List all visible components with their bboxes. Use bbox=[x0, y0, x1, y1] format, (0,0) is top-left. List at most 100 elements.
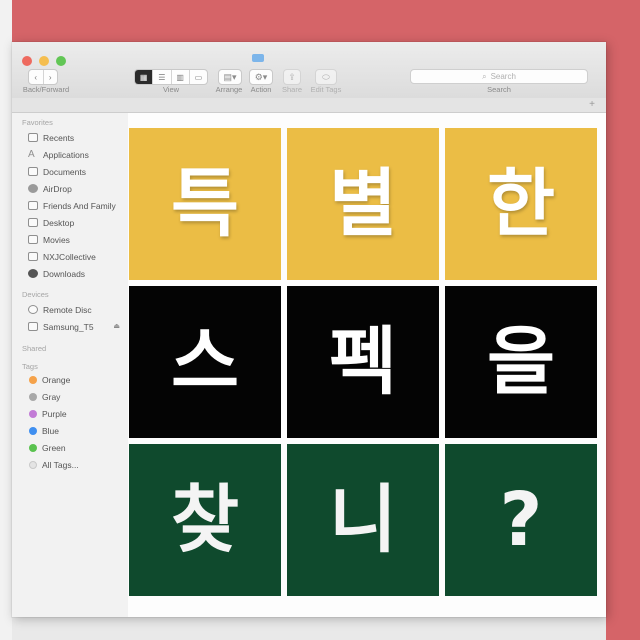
shared-heading: Shared bbox=[22, 344, 47, 353]
orange-tag-icon bbox=[29, 375, 37, 384]
sidebar-item-label: Documents bbox=[43, 166, 86, 177]
tile-char: 을 bbox=[445, 286, 597, 438]
sidebar-item-label: Samsung_T5 bbox=[43, 321, 94, 332]
zoom-button[interactable] bbox=[56, 56, 66, 66]
share-icon: ⇪ bbox=[288, 71, 296, 82]
toolbar: ‹ › Back/Forward ▦ ☰ ▥ ▭ View ▤▾ Arrange… bbox=[12, 42, 606, 99]
search-icon: ⌕ bbox=[482, 71, 487, 81]
folder-proxy-icon[interactable] bbox=[252, 54, 264, 62]
sidebar-item-label: Purple bbox=[42, 408, 67, 419]
action-button[interactable]: ⚙▾ bbox=[249, 69, 273, 85]
sidebar-item-label: Green bbox=[42, 442, 66, 453]
sidebar-item-tag-orange[interactable]: Orange bbox=[28, 372, 70, 387]
documents-icon bbox=[28, 167, 38, 176]
blue-tag-icon bbox=[29, 426, 37, 435]
sidebar-item-movies[interactable]: Movies bbox=[28, 232, 70, 247]
sidebar-item-label: Movies bbox=[43, 234, 70, 245]
sidebar-item-recents[interactable]: Recents bbox=[28, 130, 74, 145]
chevron-right-icon[interactable]: › bbox=[44, 70, 58, 84]
view-label: View bbox=[162, 85, 180, 94]
gallery-view-icon[interactable]: ▭ bbox=[190, 70, 207, 84]
sidebar-item-label: Recents bbox=[43, 132, 75, 143]
tile-char: 찾 bbox=[129, 444, 281, 596]
sidebar-item-tag-gray[interactable]: Gray bbox=[28, 389, 60, 404]
movies-icon bbox=[28, 235, 38, 244]
devices-heading: Devices bbox=[22, 290, 49, 299]
tile-char: 니 bbox=[287, 444, 439, 596]
back-forward-label: Back/Forward bbox=[22, 85, 70, 94]
clock-icon bbox=[28, 133, 38, 142]
chevron-left-icon[interactable]: ‹ bbox=[29, 70, 44, 84]
search-label: Search bbox=[487, 85, 511, 94]
share-button[interactable]: ⇪ bbox=[283, 69, 301, 85]
sidebar-item-label: Gray bbox=[42, 391, 61, 402]
sidebar-item-label: NXJCollective bbox=[43, 251, 96, 262]
share-label: Share bbox=[281, 85, 303, 94]
sidebar: Favorites Recents A Applications Documen… bbox=[12, 113, 128, 617]
sidebar-item-friends-and-family[interactable]: Friends And Family bbox=[28, 198, 116, 213]
sidebar-item-samsung-t5[interactable]: Samsung_T5 bbox=[28, 319, 94, 334]
sidebar-item-label: Applications bbox=[43, 149, 89, 160]
sidebar-item-all-tags[interactable]: All Tags... bbox=[28, 457, 79, 472]
edit-tags-label: Edit Tags bbox=[310, 85, 342, 94]
tags-heading: Tags bbox=[22, 362, 38, 371]
background-surface bbox=[0, 0, 12, 640]
downloads-icon bbox=[28, 269, 38, 278]
search-input[interactable]: ⌕ Search bbox=[410, 69, 588, 84]
eject-icon[interactable]: ⏏ bbox=[113, 322, 120, 330]
tile-char: 별 bbox=[287, 128, 439, 280]
close-button[interactable] bbox=[22, 56, 32, 66]
action-label: Action bbox=[250, 85, 272, 94]
disc-icon bbox=[28, 305, 38, 314]
green-tag-icon bbox=[29, 443, 37, 452]
tile-char: 한 bbox=[445, 128, 597, 280]
column-view-icon[interactable]: ▥ bbox=[172, 70, 190, 84]
arrange-label: Arrange bbox=[215, 85, 243, 94]
gray-tag-icon bbox=[29, 392, 37, 401]
folder-icon bbox=[28, 201, 38, 210]
airdrop-icon bbox=[28, 184, 38, 193]
drive-icon bbox=[28, 322, 38, 331]
finder-window: ‹ › Back/Forward ▦ ☰ ▥ ▭ View ▤▾ Arrange… bbox=[12, 42, 606, 617]
sidebar-item-label: Remote Disc bbox=[43, 304, 92, 315]
search-placeholder: Search bbox=[490, 72, 516, 81]
window-controls bbox=[22, 56, 66, 66]
gear-icon: ⚙▾ bbox=[254, 71, 268, 82]
sidebar-item-airdrop[interactable]: AirDrop bbox=[28, 181, 72, 196]
desktop-icon bbox=[28, 218, 38, 227]
sidebar-item-remote-disc[interactable]: Remote Disc bbox=[28, 302, 92, 317]
arrange-button[interactable]: ▤▾ bbox=[218, 69, 242, 85]
tile-char: 스 bbox=[129, 286, 281, 438]
sidebar-item-downloads[interactable]: Downloads bbox=[28, 266, 85, 281]
back-forward-control[interactable]: ‹ › bbox=[28, 69, 58, 85]
hangul-tile-grid: 특 별 한 스 펙 을 찾 니 ? bbox=[129, 128, 597, 596]
sidebar-item-label: Friends And Family bbox=[43, 200, 116, 211]
sidebar-item-label: Downloads bbox=[43, 268, 86, 279]
sidebar-item-applications[interactable]: A Applications bbox=[28, 147, 89, 162]
sidebar-item-label: Blue bbox=[42, 425, 60, 436]
sidebar-item-tag-purple[interactable]: Purple bbox=[28, 406, 67, 421]
sidebar-item-tag-blue[interactable]: Blue bbox=[28, 423, 59, 438]
list-view-icon[interactable]: ☰ bbox=[153, 70, 172, 84]
tile-char: 특 bbox=[129, 128, 281, 280]
sidebar-item-label: Orange bbox=[42, 374, 71, 385]
sidebar-item-label: AirDrop bbox=[43, 183, 72, 194]
sidebar-item-tag-green[interactable]: Green bbox=[28, 440, 66, 455]
minimize-button[interactable] bbox=[39, 56, 49, 66]
new-tab-button[interactable]: + bbox=[586, 99, 598, 110]
tab-bar: + bbox=[12, 98, 606, 113]
icon-view-icon[interactable]: ▦ bbox=[135, 70, 154, 84]
edit-tags-button[interactable]: ⬭ bbox=[315, 69, 337, 85]
folder-icon bbox=[28, 252, 38, 261]
favorites-heading: Favorites bbox=[22, 118, 53, 127]
sidebar-item-label: All Tags... bbox=[42, 459, 79, 470]
sidebar-item-label: Desktop bbox=[43, 217, 75, 228]
tile-question-mark: ? bbox=[445, 444, 597, 596]
sidebar-item-nxjcollective[interactable]: NXJCollective bbox=[28, 249, 96, 264]
sidebar-item-documents[interactable]: Documents bbox=[28, 164, 86, 179]
arrange-icon: ▤▾ bbox=[223, 71, 237, 82]
sidebar-item-desktop[interactable]: Desktop bbox=[28, 215, 74, 230]
view-segmented-control[interactable]: ▦ ☰ ▥ ▭ bbox=[134, 69, 208, 85]
all-tags-icon bbox=[29, 460, 37, 469]
purple-tag-icon bbox=[29, 409, 37, 418]
